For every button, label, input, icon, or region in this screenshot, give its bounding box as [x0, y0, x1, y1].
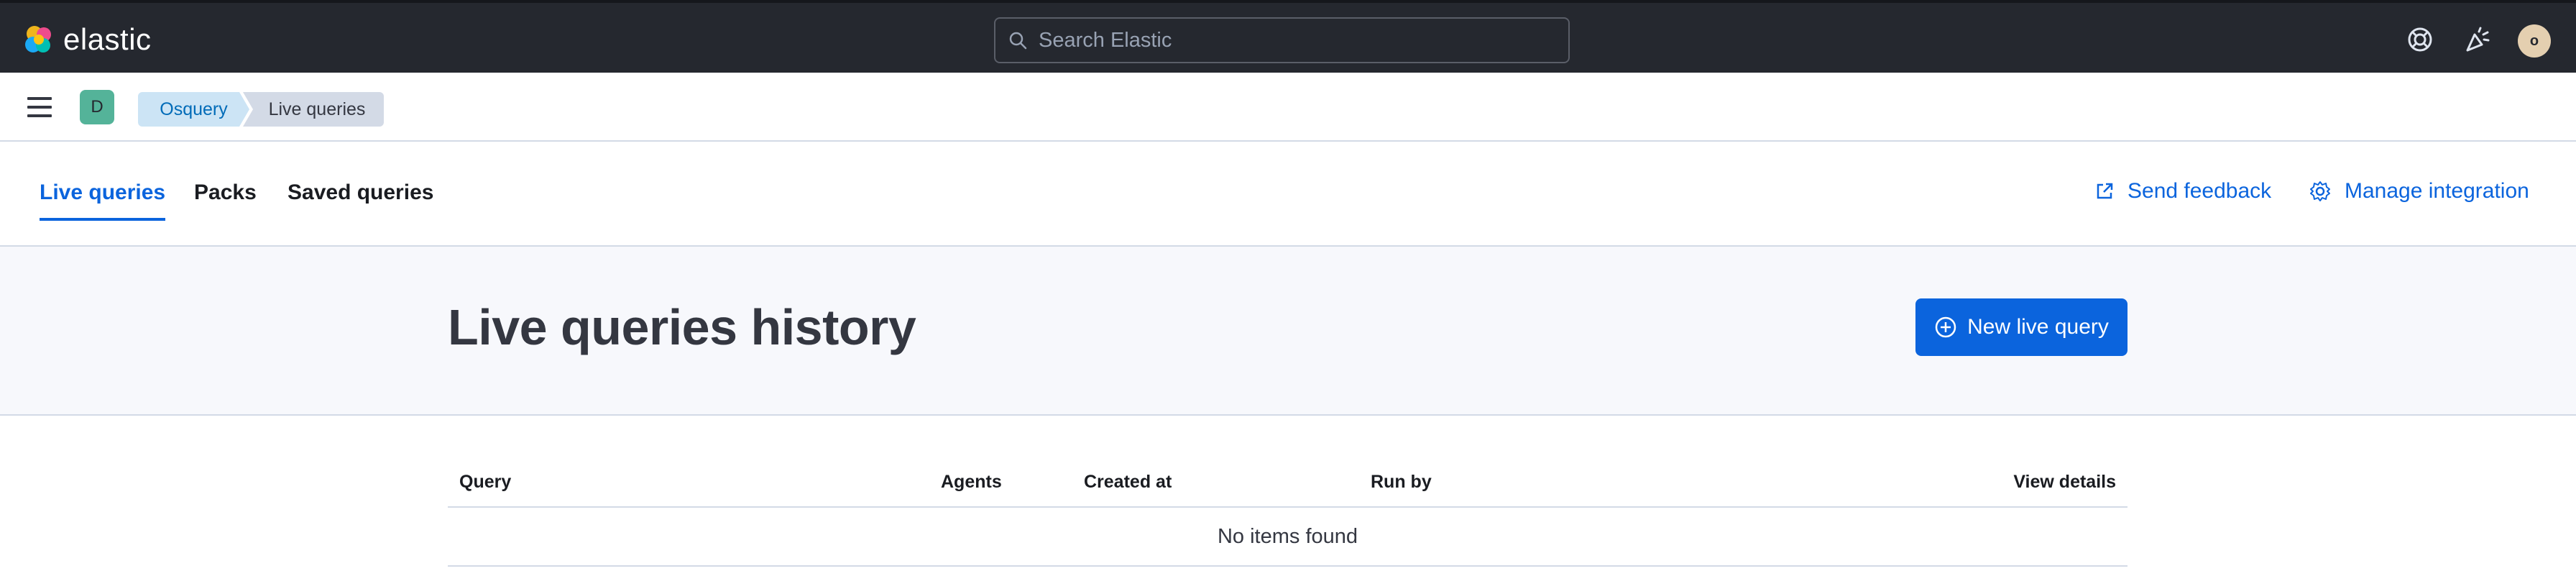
- column-header-run-by: Run by: [1371, 472, 1432, 492]
- tab-live-queries[interactable]: Live queries: [40, 181, 166, 221]
- external-link-icon: [2097, 183, 2113, 199]
- space-avatar[interactable]: D: [80, 90, 114, 124]
- column-header-query: Query: [459, 472, 512, 492]
- page-header: Live queries history New live query: [0, 247, 2576, 416]
- column-header-agents: Agents: [941, 472, 1002, 492]
- column-header-view-details: View details: [2013, 472, 2116, 492]
- breadcrumb-live-queries: Live queries: [243, 92, 384, 127]
- manage-integration-label: Manage integration: [2345, 179, 2529, 203]
- help-icon[interactable]: [2406, 26, 2434, 53]
- manage-integration-link[interactable]: Manage integration: [2309, 179, 2529, 204]
- news-feed-icon[interactable]: [2463, 26, 2490, 53]
- breadcrumb-bar: D Osquery Live queries: [0, 73, 2576, 142]
- table-header: Query Agents Created at Run by View deta…: [448, 460, 2128, 508]
- plus-in-circle-icon: [1935, 316, 1956, 338]
- new-live-query-label: New live query: [1967, 315, 2109, 339]
- table-body: No items found: [448, 508, 2128, 567]
- send-feedback-label: Send feedback: [2128, 179, 2272, 203]
- top-header: elastic o: [0, 0, 2576, 73]
- gear-icon: [2310, 181, 2330, 201]
- menu-icon[interactable]: [27, 97, 52, 117]
- brand-name: elastic: [63, 22, 152, 56]
- search-input[interactable]: [1039, 28, 1542, 52]
- page-tabs: Live queries Packs Saved queries Send fe…: [0, 142, 2576, 247]
- elastic-logo-icon: [25, 26, 51, 52]
- send-feedback-link[interactable]: Send feedback: [2094, 179, 2271, 204]
- live-queries-table: Query Agents Created at Run by View deta…: [448, 460, 2128, 567]
- page-title: Live queries history: [448, 299, 916, 355]
- tab-packs[interactable]: Packs: [194, 181, 257, 218]
- empty-message: No items found: [1217, 524, 1358, 548]
- search-icon: [1009, 32, 1027, 50]
- global-search[interactable]: [994, 17, 1570, 63]
- user-avatar[interactable]: o: [2518, 24, 2551, 58]
- breadcrumb-osquery[interactable]: Osquery: [138, 92, 249, 127]
- elastic-logo[interactable]: elastic: [22, 22, 152, 56]
- tab-saved-queries[interactable]: Saved queries: [288, 181, 433, 218]
- column-header-created-at[interactable]: Created at: [1084, 472, 1172, 493]
- new-live-query-button[interactable]: New live query: [1915, 298, 2128, 356]
